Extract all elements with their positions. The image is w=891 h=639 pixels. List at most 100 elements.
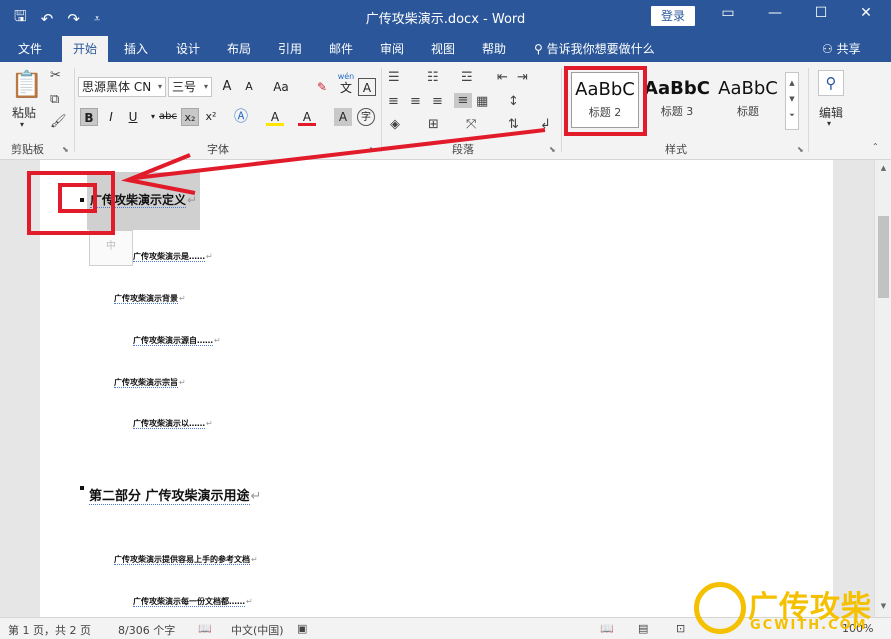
style-heading3-name: 标题 3 [660,105,694,118]
login-button[interactable]: 登录 [651,6,695,26]
chinese-layout-icon[interactable]: ⤧ [466,117,476,132]
doc-line-text: 广传攻柴演示每一份文档都…… [133,597,245,607]
align-center-icon[interactable]: ≡ [410,94,421,109]
more-styles-icon[interactable]: ⏷ [786,111,798,120]
paragraph-launcher-icon[interactable]: ⬊ [549,145,556,154]
group-divider [74,68,75,152]
editing-dropdown-icon[interactable]: ▾ [827,119,831,128]
shrink-font-button[interactable]: A [240,78,258,96]
collapse-ribbon-icon[interactable]: ⌃ [872,142,879,151]
font-size-select[interactable]: 三号 ▾ [168,77,212,97]
highlight-color-button[interactable]: A [266,108,284,126]
strikethrough-button[interactable]: abc [156,108,180,126]
clipboard-group-label: 剪贴板 [11,143,44,156]
page-count[interactable]: 第 1 页，共 2 页 [8,622,91,638]
doc-line-4[interactable]: 广传攻柴演示宗旨↵ [114,377,186,388]
style-title-name: 标题 [737,105,759,118]
maximize-button[interactable]: ☐ [811,5,831,21]
chevron-up-icon[interactable]: ▲ [786,79,798,87]
vertical-scrollbar[interactable]: ▲ ▼ [874,160,891,617]
tab-view[interactable]: 视图 [431,40,455,57]
tell-me-search[interactable]: ⚲ 告诉我你想要做什么 [534,40,655,57]
share-button[interactable]: ⚇ 共享 [822,40,861,57]
grow-font-button[interactable]: A [218,78,236,96]
font-color-button[interactable]: A [298,108,316,126]
character-border-button[interactable]: A [358,78,376,96]
tab-home[interactable]: 开始 [62,36,108,62]
paste-icon[interactable]: 📋 [10,70,44,100]
justify-icon[interactable]: ≡ [454,93,472,108]
show-hide-marks-icon[interactable]: ↲ [540,117,551,132]
numbering-icon[interactable]: ☷ [427,70,439,85]
copy-icon[interactable]: ⧉ [50,92,59,107]
paste-dropdown-icon[interactable]: ▾ [20,120,24,129]
tab-layout[interactable]: 布局 [227,40,251,57]
watermark-subtext: GCWITH.COM [750,618,868,633]
scrollbar-thumb[interactable] [878,216,889,298]
person-icon: ⚇ [822,42,837,56]
format-painter-icon[interactable]: 🖌 [50,114,67,129]
ribbon-display-options-icon[interactable]: ▭ [718,5,738,21]
doc-line-6[interactable]: 广传攻柴演示提供容易上手的参考文档↵ [114,554,258,565]
italic-button[interactable]: I [102,108,120,126]
doc-line-2[interactable]: 广传攻柴演示背景↵ [114,293,186,304]
web-layout-icon[interactable]: ⊡ [676,622,685,635]
styles-launcher-icon[interactable]: ⬊ [797,145,804,154]
change-case-button[interactable]: Aa [270,78,292,96]
borders-icon[interactable]: ⊞ [428,117,439,132]
scroll-up-icon[interactable]: ▲ [875,164,891,172]
paste-button[interactable]: 粘贴 [12,104,36,121]
decrease-indent-icon[interactable]: ⇤ [497,70,508,85]
bullets-icon[interactable]: ☰ [388,70,400,85]
print-layout-icon[interactable]: ▤ [638,622,648,635]
proofing-icon[interactable]: 📖 [198,622,212,635]
sort-icon[interactable]: ⇅ [508,117,519,132]
cut-icon[interactable]: ✂ [50,68,61,83]
superscript-button[interactable]: x² [202,108,220,126]
align-right-icon[interactable]: ≡ [432,94,443,109]
language-indicator[interactable]: 中文(中国) [231,622,284,638]
return-mark: ↵ [214,336,221,345]
paste-options-icon[interactable]: 中 [89,230,133,266]
macro-record-icon[interactable]: ▣ [297,622,307,635]
clipboard-launcher-icon[interactable]: ⬊ [62,145,69,154]
style-heading3-card[interactable]: AaBbC 标题 3 [643,72,711,128]
text-effects-button[interactable]: Ⓐ [232,108,250,126]
tab-insert[interactable]: 插入 [124,40,148,57]
doc-line-7[interactable]: 广传攻柴演示每一份文档都……↵ [133,596,253,607]
tab-review[interactable]: 审阅 [380,40,404,57]
style-title-card[interactable]: AaBbC 标题 [714,72,782,128]
tab-file[interactable]: 文件 [18,40,42,57]
enclose-characters-button[interactable]: 字 [357,108,375,126]
find-icon[interactable]: ⚲ [818,70,844,96]
doc-part2-heading[interactable]: 第二部分 广传攻柴演示用途↵ [89,485,261,505]
doc-line-1[interactable]: 广传攻柴演示是……↵ [133,251,213,262]
document-page[interactable]: 中 广传攻柴演示定义↵ 广传攻柴演示是……↵ 广传攻柴演示背景↵ 广传攻柴演示源… [40,160,833,617]
tab-mailings[interactable]: 邮件 [329,40,353,57]
close-button[interactable]: ✕ [856,5,876,21]
font-name-select[interactable]: 思源黑体 CN ▾ [78,77,166,97]
read-mode-icon[interactable]: 📖 [600,622,614,635]
shading-icon[interactable]: ◈ [390,117,400,132]
multilevel-list-icon[interactable]: ☲ [461,70,473,85]
align-left-icon[interactable]: ≡ [388,94,399,109]
tab-references[interactable]: 引用 [278,40,302,57]
chevron-down-icon[interactable]: ▼ [786,95,798,103]
tab-help[interactable]: 帮助 [482,40,506,57]
underline-button[interactable]: U [124,108,142,126]
character-shading-button[interactable]: A [334,108,352,126]
phonetic-guide-button[interactable]: wén 文 [335,72,357,100]
line-spacing-icon[interactable]: ↕ [508,94,519,109]
styles-gallery-scroll[interactable]: ▲ ▼ ⏷ [785,72,799,130]
subscript-button[interactable]: x₂ [181,108,199,126]
doc-line-3[interactable]: 广传攻柴演示源自……↵ [133,335,221,346]
doc-line-5[interactable]: 广传攻柴演示以……↵ [133,418,213,429]
increase-indent-icon[interactable]: ⇥ [517,70,528,85]
clear-formatting-icon[interactable]: ✎ [313,78,331,96]
tab-design[interactable]: 设计 [176,40,200,57]
bold-button[interactable]: B [80,108,98,126]
font-launcher-icon[interactable]: ⬊ [369,145,376,154]
minimize-button[interactable]: — [765,5,785,21]
distributed-icon[interactable]: ▦ [476,94,488,109]
word-count[interactable]: 8/306 个字 [118,622,175,638]
